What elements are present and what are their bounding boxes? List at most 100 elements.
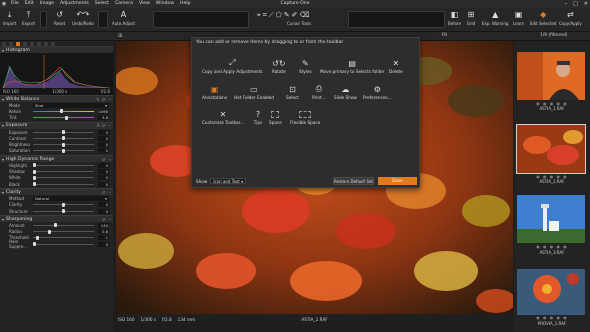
auto-adjust-button[interactable]: A Auto Adjust [112, 10, 135, 26]
highlight-slider[interactable] [33, 163, 94, 168]
cursor-tools-group[interactable]: ⌖ ⌗ ⟋ ⬠ ✎ ✐ ⌫ Cursor Tools [255, 10, 311, 27]
toolbar-item-flexible-space[interactable]: Flexible Space [290, 109, 320, 125]
toolbar-item-preferences[interactable]: ⚙ Preferences... [363, 84, 392, 101]
learn-button[interactable]: ▣ Learn [513, 10, 524, 26]
brightness-slider[interactable] [33, 142, 94, 147]
toolbar-item-slide-show[interactable]: ☁ Slide Show [334, 84, 357, 101]
menu-help[interactable]: Help [177, 0, 193, 8]
exposure-header[interactable]: ▾ Exposure A ↺ ⋯ [0, 121, 113, 129]
tab-output-icon[interactable] [51, 41, 55, 46]
halo-slider[interactable] [33, 242, 94, 247]
reset-section-icon[interactable]: ↺ [102, 97, 105, 102]
reset-section-icon[interactable]: ↺ [102, 217, 105, 222]
hdr-header[interactable]: ▾ High Dynamic Range ↺ ⋯ [0, 155, 113, 163]
sharpening-header[interactable]: ▾ Sharpening ↺ ⋯ [0, 215, 113, 223]
toolbar-item-delete[interactable]: ✕ Delete [389, 58, 403, 75]
reset-button[interactable]: ↺ Reset [54, 10, 65, 26]
tab-exposure-icon[interactable] [16, 41, 20, 46]
more-icon[interactable]: ⋯ [107, 217, 111, 222]
tab-capture-icon[interactable] [9, 41, 13, 46]
toolbar-item-rotate[interactable]: ↺↻ Rotate [272, 58, 286, 75]
toolbar-item-tips[interactable]: ? Tips [252, 109, 264, 126]
more-icon[interactable]: ⋯ [107, 157, 111, 162]
menu-view[interactable]: View [136, 0, 153, 8]
keystone-icon[interactable]: ⬠ [276, 11, 282, 19]
zoom-fit-select[interactable]: Fit [442, 33, 447, 38]
copy-apply-button[interactable]: ⇄ Copy/Apply [559, 10, 582, 26]
amount-slider[interactable] [33, 223, 94, 228]
tab-details-icon[interactable] [37, 41, 41, 46]
export-button[interactable]: ⤒ Export [22, 10, 35, 26]
menu-camera[interactable]: Camera [112, 0, 136, 8]
clarity-header[interactable]: ▾ Clarity ↺ ⋯ [0, 188, 113, 196]
wb-mode-select[interactable]: Shot ▾ [33, 102, 109, 108]
reset-section-icon[interactable]: ↺ [102, 190, 105, 195]
contrast-slider[interactable] [33, 136, 94, 141]
straighten-icon[interactable]: ⟋ [269, 11, 274, 20]
pan-icon[interactable]: ⌖ [257, 11, 261, 20]
toolbar-item-customize[interactable]: ✕ Customize Toolbar... [202, 109, 244, 126]
menu-select[interactable]: Select [92, 0, 112, 8]
more-icon[interactable]: ⋯ [107, 97, 111, 102]
reset-section-icon[interactable]: ↺ [102, 157, 105, 162]
exposure-slider[interactable] [33, 130, 94, 135]
white-balance-header[interactable]: ▾ White Balance ✎ ↺ ⋯ [0, 95, 113, 102]
maximize-icon[interactable]: □ [573, 0, 578, 8]
undo-redo-button[interactable]: ↶↷ Undo/Redo [72, 10, 94, 26]
menu-window[interactable]: Window [153, 0, 177, 8]
toolbar-item-space[interactable]: Space [269, 109, 282, 125]
thumbnail-provia-1[interactable] [517, 269, 585, 315]
menu-file[interactable]: File [8, 0, 22, 8]
more-icon[interactable]: ⋯ [107, 123, 111, 128]
toolbar-item-move-selects[interactable]: ▤ Move primary to Selects folder [320, 58, 384, 75]
tab-lens-icon[interactable] [23, 41, 27, 46]
before-button[interactable]: ◧ Before [448, 10, 461, 26]
radius-slider[interactable] [33, 229, 94, 234]
show-mode-select[interactable]: Icon and Text ▾ [210, 178, 247, 184]
white-slider[interactable] [33, 175, 94, 180]
tab-metadata-icon[interactable] [44, 41, 48, 46]
restore-default-set-button[interactable]: Restore Default Set [333, 177, 374, 185]
thumbnail-astia-1[interactable] [517, 52, 585, 100]
import-button[interactable]: ⤓ Import [3, 10, 16, 26]
black-slider[interactable] [33, 182, 94, 187]
auto-icon[interactable]: A [97, 123, 100, 128]
toolbar-item-annotations[interactable]: ▣ Annotations [202, 84, 227, 101]
kelvin-slider[interactable] [33, 109, 94, 114]
exp-warning-button[interactable]: ▲ Exp. Warning [482, 10, 508, 26]
shadow-slider[interactable] [33, 169, 94, 174]
minimize-icon[interactable]: – [565, 0, 568, 8]
done-button[interactable]: Done [378, 177, 417, 185]
toolbar-item-print[interactable]: ⎙ Print... [312, 84, 326, 100]
tint-value[interactable]: 3.8 [98, 115, 109, 121]
saturation-slider[interactable] [33, 148, 94, 153]
histogram-header[interactable]: ▾ Histogram [0, 46, 113, 53]
viewer-grid-icon[interactable]: ⊞ [118, 33, 122, 39]
kelvin-value[interactable]: 4498 [98, 108, 109, 114]
toolbar-item-copy-apply[interactable]: ⤢ Copy and Apply Adjustments [202, 58, 263, 74]
grid-button[interactable]: ⊞ Grid [466, 10, 476, 26]
eraser-icon[interactable]: ⌫ [300, 11, 310, 19]
reset-section-icon[interactable]: ↺ [102, 123, 105, 128]
tab-library-icon[interactable] [2, 41, 6, 46]
eyedropper-icon[interactable]: ✎ [284, 11, 290, 19]
crop-icon[interactable]: ⌗ [263, 11, 267, 20]
thumbnail-astia-3[interactable] [517, 195, 585, 243]
close-icon[interactable]: ✕ [584, 0, 588, 8]
clarity-method-select[interactable]: Natural ▾ [33, 195, 109, 201]
brush-icon[interactable]: ✐ [292, 11, 298, 19]
picker-icon[interactable]: ✎ [96, 97, 99, 102]
tint-slider[interactable] [33, 115, 94, 120]
tab-color-icon[interactable] [30, 41, 34, 46]
menu-adjustments[interactable]: Adjustments [57, 0, 92, 8]
threshold-slider[interactable] [33, 235, 94, 240]
structure-slider[interactable] [33, 209, 94, 213]
menu-edit[interactable]: Edit [22, 0, 37, 8]
thumbnail-astia-2[interactable] [516, 124, 586, 174]
rating-stars[interactable]: ● ● ● ● ● [514, 244, 590, 249]
menu-image[interactable]: Image [37, 0, 57, 8]
more-icon[interactable]: ⋯ [107, 190, 111, 195]
clarity-slider[interactable] [33, 202, 94, 207]
toolbar-item-styles[interactable]: ✎ Styles [299, 58, 312, 75]
toolbar-item-select[interactable]: ⊡ Select [286, 84, 299, 101]
